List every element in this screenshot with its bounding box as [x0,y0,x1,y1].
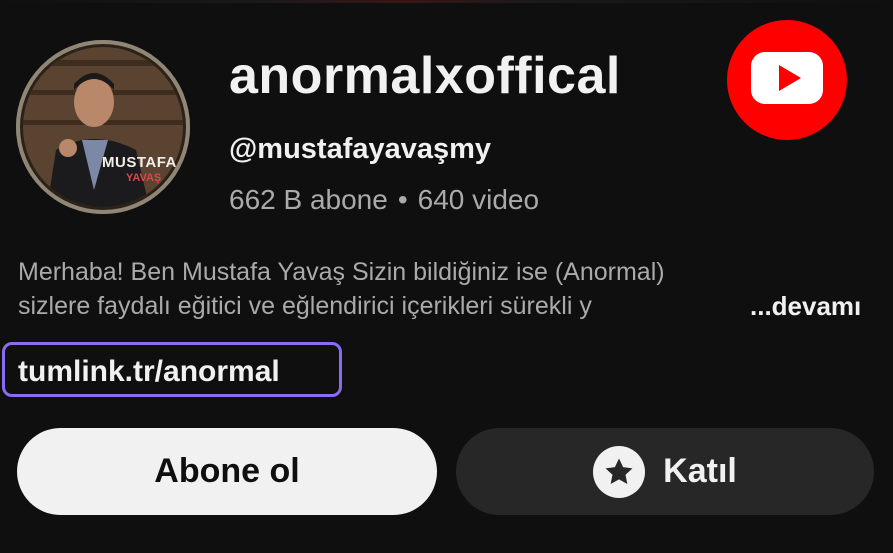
play-triangle-icon [779,65,801,91]
subscriber-count: 662 B abone [229,184,388,215]
subscribe-button[interactable]: Abone ol [17,428,437,515]
stats-separator: • [397,184,408,215]
avatar-photo [23,47,183,207]
join-label: Katıl [663,452,737,490]
channel-description[interactable]: Merhaba! Ben Mustafa Yavaş Sizin bildiği… [18,255,878,323]
youtube-logo-icon [727,20,847,140]
avatar-text-bottom: YAVAŞ [126,172,162,184]
channel-handle: @mustafayavaşmy [229,133,492,165]
show-more-link[interactable]: ...devamı [744,289,862,323]
description-line-2: sizlere faydalı eğitici ve eğlendirici i… [18,289,878,323]
star-icon [593,445,646,498]
channel-link[interactable]: tumlink.tr/anormal [18,355,280,389]
description-line-1: Merhaba! Ben Mustafa Yavaş Sizin bildiği… [18,258,665,286]
channel-name: anormalxoffical [229,47,621,105]
video-count: 640 video [417,184,540,215]
description-line-2-text: sizlere faydalı eğitici ve eğlendirici i… [18,292,592,320]
avatar[interactable]: MUSTAFA YAVAŞ [16,40,190,214]
avatar-text-top: MUSTAFA [102,154,177,171]
subscribe-label: Abone ol [154,452,300,490]
channel-stats: 662 B abone • 640 video [229,184,539,216]
top-divider [0,0,893,3]
join-button[interactable]: Katıl [456,428,874,515]
